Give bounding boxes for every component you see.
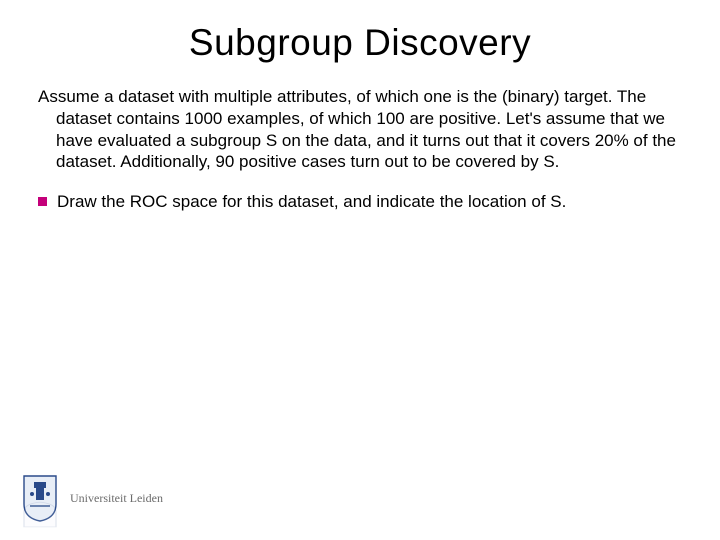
university-name: Universiteit Leiden [70,491,163,506]
square-bullet-icon [38,197,47,206]
slide-title: Subgroup Discovery [38,22,682,64]
university-crest-icon [20,474,60,522]
intro-paragraph: Assume a dataset with multiple attribute… [56,86,682,173]
footer-logo: Universiteit Leiden [20,474,163,522]
bullet-item-1: Draw the ROC space for this dataset, and… [38,191,682,213]
slide: Subgroup Discovery Assume a dataset with… [0,0,720,540]
bullet-text-1: Draw the ROC space for this dataset, and… [57,191,682,213]
